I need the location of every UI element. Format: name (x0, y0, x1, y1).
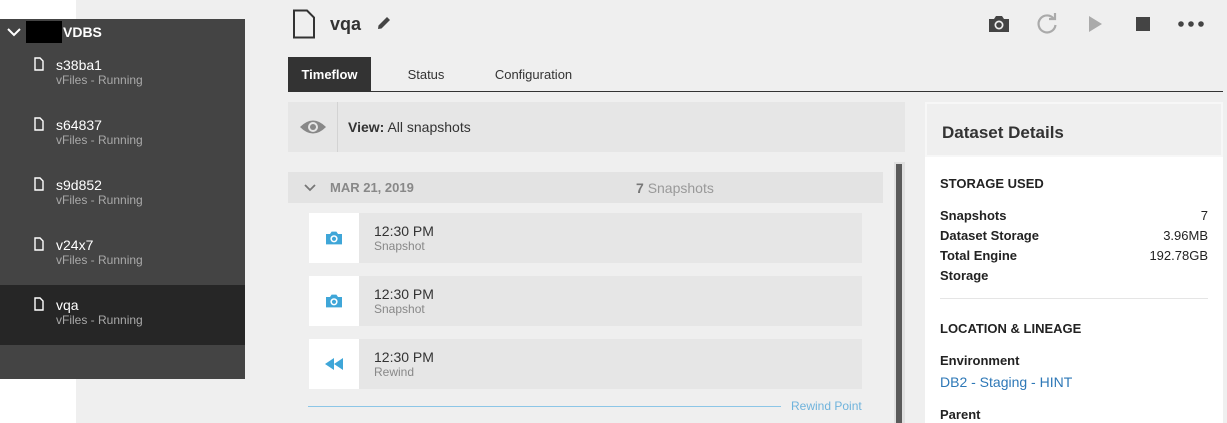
timeline-scrollbar[interactable] (894, 162, 905, 423)
event-time: 12:30 PM (374, 286, 434, 302)
sidebar-item-name: vqa (56, 297, 79, 313)
event-type: Snapshot (374, 239, 425, 253)
location-heading: LOCATION & LINEAGE (940, 321, 1082, 336)
storage-heading: STORAGE USED (940, 176, 1044, 191)
environment-label: Environment (940, 353, 1020, 368)
refresh-icon[interactable] (1023, 12, 1071, 36)
file-icon (34, 117, 44, 131)
view-filter-bar[interactable]: View: All snapshots (288, 102, 905, 152)
dataset-details-panel: Dataset Details STORAGE USED Snapshots 7… (925, 102, 1223, 423)
rewind-point-line (308, 406, 781, 407)
view-filter-text: View: All snapshots (348, 119, 471, 135)
rewind-icon (309, 339, 359, 389)
page-title: vqa (330, 14, 362, 34)
storage-value: 7 (1200, 208, 1208, 223)
parent-label: Parent (940, 407, 981, 422)
pencil-icon[interactable] (376, 15, 392, 31)
camera-icon[interactable] (975, 12, 1023, 36)
storage-section: STORAGE USED Snapshots 7 Dataset Storage… (925, 176, 1223, 299)
view-label: View: (348, 119, 385, 135)
sidebar-item-s9d852[interactable]: s9d852 vFiles - Running (0, 165, 245, 225)
timeline: MAR 21, 2019 7 Snapshots 12:30 PM Snapsh… (288, 162, 905, 423)
date-label: MAR 21, 2019 (330, 180, 414, 195)
tab-bar: Timeflow Status Configuration (288, 57, 1223, 92)
sidebar-item-name: s64837 (56, 117, 102, 133)
more-icon[interactable] (1167, 12, 1215, 36)
snapshot-count-label: Snapshots (647, 179, 714, 196)
tab-timeflow[interactable]: Timeflow (288, 57, 371, 91)
storage-value: 192.78GB (1149, 248, 1208, 263)
stop-icon[interactable] (1119, 12, 1167, 36)
snapshot-count-value: 7 (636, 179, 644, 196)
sidebar-item-s64837[interactable]: s64837 vFiles - Running (0, 105, 245, 165)
sidebar-item-status: vFiles - Running (56, 253, 143, 267)
event-type: Rewind (374, 365, 415, 379)
sidebar-item-name: s38ba1 (56, 57, 102, 73)
tab-status[interactable]: Status (371, 57, 481, 91)
camera-icon (309, 213, 359, 263)
timeline-event[interactable]: 12:30 PM Snapshot (309, 213, 862, 263)
storage-key: Snapshots (940, 208, 1007, 223)
storage-row: Total Engine Storage 192.78GB (940, 246, 1208, 286)
sidebar-item-status: vFiles - Running (56, 73, 143, 87)
sidebar-item-vqa[interactable]: vqa vFiles - Running (0, 285, 245, 345)
location-section: LOCATION & LINEAGE Environment DB2 - Sta… (925, 321, 1223, 423)
storage-key: Dataset Storage (940, 228, 1039, 243)
play-icon[interactable] (1071, 12, 1119, 36)
rewind-point-label: Rewind Point (791, 399, 862, 413)
chevron-down-icon[interactable] (2, 19, 26, 45)
scrollbar-thumb[interactable] (896, 164, 902, 423)
storage-key: Total Engine Storage (940, 248, 1018, 283)
storage-row: Snapshots 7 (940, 206, 1208, 226)
timeline-event[interactable]: 12:30 PM Rewind (309, 339, 862, 389)
file-icon (34, 57, 44, 71)
details-title: Dataset Details (925, 102, 1223, 157)
storage-value: 3.96MB (1163, 228, 1208, 243)
sidebar-item-status: vFiles - Running (56, 193, 143, 207)
event-time: 12:30 PM (374, 349, 434, 365)
file-icon (34, 297, 44, 311)
sidebar-item-v24x7[interactable]: v24x7 vFiles - Running (0, 225, 245, 285)
camera-icon (309, 276, 359, 326)
tab-configuration[interactable]: Configuration (481, 57, 586, 91)
sidebar-item-status: vFiles - Running (56, 133, 143, 147)
chevron-down-icon (304, 183, 316, 191)
date-group-header[interactable]: MAR 21, 2019 7 Snapshots (288, 172, 883, 203)
event-time: 12:30 PM (374, 223, 434, 239)
view-value: All snapshots (387, 119, 471, 135)
environment-link[interactable]: DB2 - Staging - HINT (940, 371, 1208, 393)
event-type: Snapshot (374, 302, 425, 316)
sidebar-item-s38ba1[interactable]: s38ba1 vFiles - Running (0, 45, 245, 105)
document-icon (293, 9, 315, 39)
header-actions (975, 12, 1215, 36)
sidebar-item-name: v24x7 (56, 237, 94, 253)
sidebar: VDBS s38ba1 vFiles - Running s64837 vFil… (0, 19, 245, 379)
timeline-event[interactable]: 12:30 PM Snapshot (309, 276, 862, 326)
sidebar-title: VDBS (63, 24, 102, 40)
logo (26, 21, 62, 43)
storage-row: Dataset Storage 3.96MB (940, 226, 1208, 246)
file-icon (34, 177, 44, 191)
sidebar-item-name: s9d852 (56, 177, 102, 193)
sidebar-item-status: vFiles - Running (56, 313, 143, 327)
snapshot-count: 7 Snapshots (636, 180, 714, 196)
sidebar-header[interactable]: VDBS (0, 19, 245, 45)
eye-icon[interactable] (288, 102, 338, 152)
file-icon (34, 237, 44, 251)
app-window: VDBS s38ba1 vFiles - Running s64837 vFil… (0, 0, 1227, 423)
